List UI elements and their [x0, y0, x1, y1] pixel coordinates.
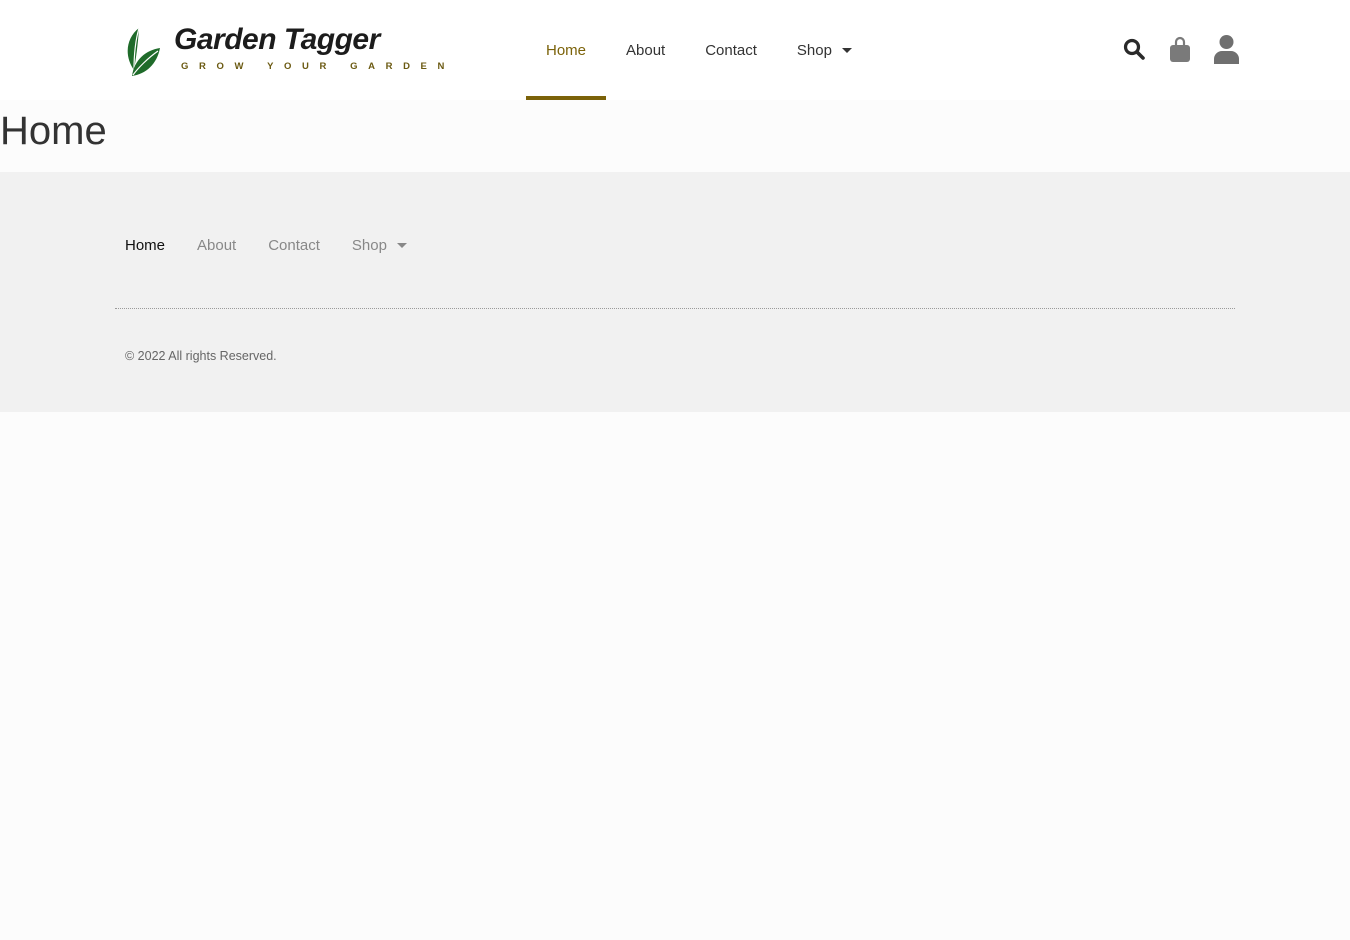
logo-title: Garden Tagger	[174, 23, 380, 56]
copyright-text: © 2022 All rights Reserved.	[125, 349, 277, 363]
nav-item-shop[interactable]: Shop	[777, 0, 872, 100]
nav-item-label: Contact	[705, 41, 757, 59]
leaf-logo-icon	[127, 27, 160, 76]
nav-item-label: Shop	[796, 41, 832, 59]
footer-nav-item-home[interactable]: Home	[125, 237, 165, 254]
nav-item-contact[interactable]: Contact	[685, 0, 777, 100]
footer-navigation: Home About Contact Shop	[125, 234, 439, 256]
shopping-bag-icon[interactable]	[1168, 34, 1192, 64]
footer-divider	[115, 308, 1235, 309]
nav-item-label: Home	[546, 41, 587, 59]
nav-item-label: About	[626, 41, 666, 59]
site-header: Garden Tagger GROW YOUR GARDEN Home Abou…	[0, 0, 1350, 100]
footer-nav-label: Shop	[351, 236, 387, 254]
nav-item-home[interactable]: Home	[526, 0, 607, 100]
main-navigation: Home About Contact Shop	[526, 0, 872, 100]
site-logo[interactable]: Garden Tagger GROW YOUR GARDEN	[122, 22, 444, 78]
footer-nav-label: Home	[125, 236, 166, 254]
logo-tagline: GROW YOUR GARDEN	[181, 61, 455, 72]
search-icon[interactable]	[1121, 36, 1147, 62]
footer-nav-item-contact[interactable]: Contact	[268, 237, 320, 254]
caret-down-icon	[396, 242, 407, 248]
footer-nav-label: Contact	[268, 236, 320, 254]
footer-nav-label: About	[197, 236, 237, 254]
footer-nav-item-about[interactable]: About	[197, 237, 236, 254]
site-footer: Home About Contact Shop © 2022 All right…	[0, 172, 1350, 412]
nav-item-about[interactable]: About	[606, 0, 685, 100]
caret-down-icon	[841, 47, 852, 53]
footer-nav-item-shop[interactable]: Shop	[352, 237, 407, 254]
page-title: Home	[0, 109, 107, 153]
header-actions	[1121, 28, 1240, 70]
user-icon[interactable]	[1212, 33, 1240, 65]
